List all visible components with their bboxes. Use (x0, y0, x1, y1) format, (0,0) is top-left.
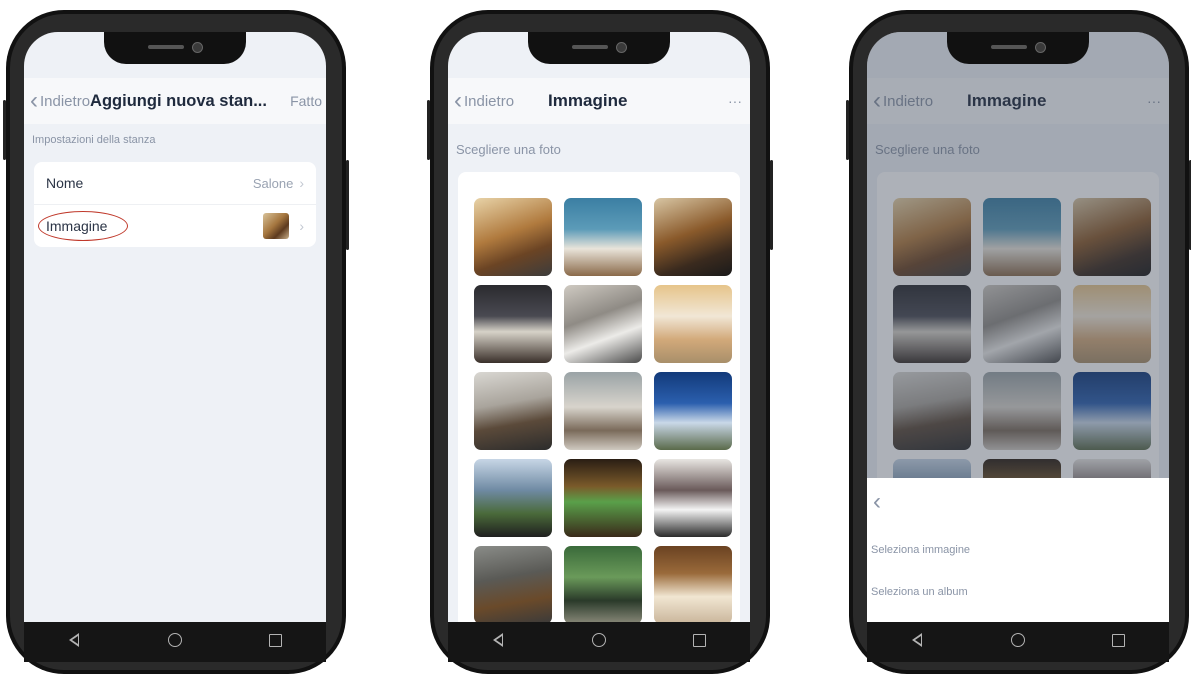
phone-frame-2: ‹ Indietro Immagine ··· Scegliere una fo… (427, 10, 773, 674)
system-nav-bar (448, 622, 750, 662)
chevron-left-icon: ‹ (30, 87, 38, 114)
photo-grid (458, 172, 740, 622)
home-circle-icon[interactable] (1003, 632, 1033, 652)
photo-tile-bedroom-dark[interactable] (474, 285, 552, 363)
section-label: Scegliere una foto (456, 142, 561, 157)
power-button (346, 160, 349, 250)
chevron-right-icon: › (299, 218, 304, 234)
recent-apps-icon[interactable] (1104, 632, 1134, 652)
screen-add-room: ‹ Indietro Aggiungi nuova stan... Fatto … (24, 32, 326, 622)
photo-tile-kitchen-white[interactable] (654, 459, 732, 537)
page-title: Aggiungi nuova stan... (90, 91, 267, 110)
photo-tile-kids-room[interactable] (654, 285, 732, 363)
notch (947, 32, 1089, 64)
home-circle-icon[interactable] (584, 632, 614, 652)
navigation-bar: ‹ Indietro Aggiungi nuova stan... Fatto (24, 78, 326, 124)
name-label: Nome (46, 175, 84, 191)
photo-tile-office-desk[interactable] (654, 198, 732, 276)
settings-card: Nome Salone › Immagine › (34, 162, 316, 247)
recent-apps-icon[interactable] (261, 632, 291, 652)
photo-tile-stone-fireplace[interactable] (474, 546, 552, 622)
power-button (770, 160, 773, 250)
photo-tile-wood-ceiling-dining[interactable] (654, 546, 732, 622)
more-options-icon[interactable]: ··· (728, 93, 742, 109)
done-button[interactable]: Fatto (290, 93, 322, 109)
section-label: Impostazioni della stanza (32, 134, 156, 146)
phone-frame-1: ‹ Indietro Aggiungi nuova stan... Fatto … (3, 10, 349, 674)
back-button[interactable]: ‹ Indietro (30, 89, 90, 113)
home-circle-icon[interactable] (160, 632, 190, 652)
screen-choose-source: ‹ Indietro Immagine ··· Scegliere una fo… (867, 32, 1169, 622)
back-triangle-icon[interactable] (59, 632, 89, 652)
notch (528, 32, 670, 64)
phone-frame-3: ‹ Indietro Immagine ··· Scegliere una fo… (846, 10, 1191, 674)
photo-tile-terrace-sea-view[interactable] (474, 459, 552, 537)
system-nav-bar (24, 622, 326, 662)
photo-tile-bedroom-grey[interactable] (564, 285, 642, 363)
name-value: Salone (252, 175, 294, 191)
highlight-circle (38, 211, 128, 241)
notch (104, 32, 246, 64)
photo-tile-home-theater[interactable] (564, 459, 642, 537)
volume-button (846, 100, 849, 160)
volume-button (427, 100, 430, 160)
recent-apps-icon[interactable] (685, 632, 715, 652)
chevron-left-icon: ‹ (454, 87, 462, 114)
chevron-right-icon: › (299, 175, 304, 191)
screen-choose-image: ‹ Indietro Immagine ··· Scegliere una fo… (448, 32, 750, 622)
navigation-bar: ‹ Indietro Immagine ··· (448, 78, 750, 124)
system-nav-bar (867, 622, 1169, 662)
select-album-option[interactable]: Seleziona un album (871, 586, 968, 598)
page-title: Immagine (548, 91, 628, 110)
photo-tile-bathroom[interactable] (564, 372, 642, 450)
volume-button (3, 100, 6, 160)
photo-tile-garden-patio[interactable] (564, 546, 642, 622)
image-row[interactable]: Immagine › (34, 205, 316, 247)
photo-tile-dining-modern[interactable] (474, 372, 552, 450)
sheet-back-chevron-icon[interactable]: ‹ (873, 488, 881, 516)
photo-grid-card (458, 172, 740, 622)
back-label: Indietro (40, 92, 91, 110)
name-row[interactable]: Nome Salone › (34, 162, 316, 205)
photo-tile-house-night[interactable] (654, 372, 732, 450)
photo-tile-dining-blue-shelves[interactable] (564, 198, 642, 276)
action-sheet: ‹ Seleziona immagine Seleziona un album (867, 478, 1169, 622)
back-triangle-icon[interactable] (902, 632, 932, 652)
photo-tile-living-room-wood[interactable] (474, 198, 552, 276)
back-label: Indietro (464, 92, 515, 110)
select-image-option[interactable]: Seleziona immagine (871, 544, 970, 556)
back-button[interactable]: ‹ Indietro (454, 89, 514, 113)
image-thumbnail (263, 213, 290, 239)
back-triangle-icon[interactable] (483, 632, 513, 652)
